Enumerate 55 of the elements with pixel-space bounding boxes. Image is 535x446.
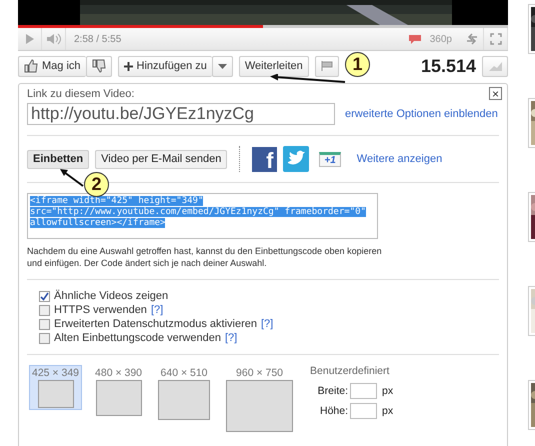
time-display: 2:58 / 5:55: [74, 34, 122, 44]
step-badge: 1: [345, 52, 370, 77]
show-more-link[interactable]: Weitere anzeigen: [356, 153, 442, 165]
field-label: Breite:: [316, 385, 348, 397]
size-field[interactable]: [350, 383, 378, 399]
chart-icon: [488, 61, 502, 71]
close-button[interactable]: ×: [489, 87, 502, 100]
option-label: Erweiterten Datenschutzmodus aktivieren: [54, 318, 257, 330]
progress-bar[interactable]: [18, 25, 508, 28]
thumbs-up-icon: [24, 59, 38, 73]
thumbs-down-icon: [92, 59, 106, 73]
add-to-button[interactable]: Hinzufügen zu: [118, 56, 212, 76]
arrow: [60, 168, 84, 186]
more-options-link[interactable]: erweiterte Optionen einblenden: [345, 108, 498, 120]
field-label: Höhe:: [319, 405, 348, 417]
checkbox[interactable]: [39, 318, 50, 330]
caret-icon: [218, 64, 227, 68]
option-label: HTTPS verwenden: [54, 304, 147, 316]
help-link[interactable]: [?]: [260, 318, 274, 330]
size-option[interactable]: 425 × 349: [29, 365, 82, 410]
embed-code-field[interactable]: <iframe width="425" height="349" src="http://www.youtube.com/embed/JGYEz1nyzCg" frameborder="0" allowfullscreen></iframe>: [27, 193, 378, 239]
checkbox[interactable]: [39, 304, 50, 316]
speaker-icon: [46, 33, 62, 45]
help-link[interactable]: [?]: [150, 304, 164, 316]
flag-button[interactable]: [314, 56, 339, 76]
share-button[interactable]: Weiterleiten: [238, 56, 309, 76]
custom-size-title: Benutzerdefiniert: [310, 365, 390, 377]
dislike-button[interactable]: [86, 56, 112, 76]
like-button[interactable]: Mag ich: [18, 56, 86, 76]
play-icon: [24, 33, 34, 45]
dropdown-button[interactable]: [212, 56, 233, 76]
option-label: Ähnliche Videos zeigen: [54, 290, 168, 302]
share-tab[interactable]: Einbetten: [27, 150, 90, 168]
checkbox[interactable]: [39, 290, 50, 302]
bird-icon[interactable]: [283, 146, 310, 172]
plus-one-button[interactable]: +1: [319, 152, 341, 166]
hint-text: Nachdem du eine Auswahl getroffen hast, kannst du den Einbettungscode oben kopieren und einfügen. Der Code ändert sich je nach deiner Auswahl.: [27, 245, 383, 269]
fullscreen-icon: [490, 33, 502, 45]
link-field[interactable]: http://youtu.be/JGYEz1nyzCg: [27, 103, 335, 125]
help-link[interactable]: [?]: [224, 332, 238, 344]
option-label: Alten Einbettungscode verwenden: [54, 332, 221, 344]
unit-label: px: [382, 385, 394, 397]
speech-bubble-icon: [408, 34, 422, 44]
plus-icon: [124, 62, 133, 70]
step-badge: 2: [84, 172, 109, 197]
checkbox[interactable]: [39, 332, 50, 344]
facebook-icon[interactable]: f: [252, 146, 278, 172]
view-count: 15.514: [420, 56, 476, 76]
unit-label: px: [382, 405, 394, 417]
share-tab[interactable]: Video per E-Mail senden: [95, 150, 228, 168]
stats-button[interactable]: [482, 56, 508, 76]
arrows-icon: [464, 33, 478, 45]
size-field[interactable]: [350, 403, 378, 419]
flag-icon: [320, 61, 333, 71]
link-label: Link zu diesem Video:: [27, 88, 134, 100]
